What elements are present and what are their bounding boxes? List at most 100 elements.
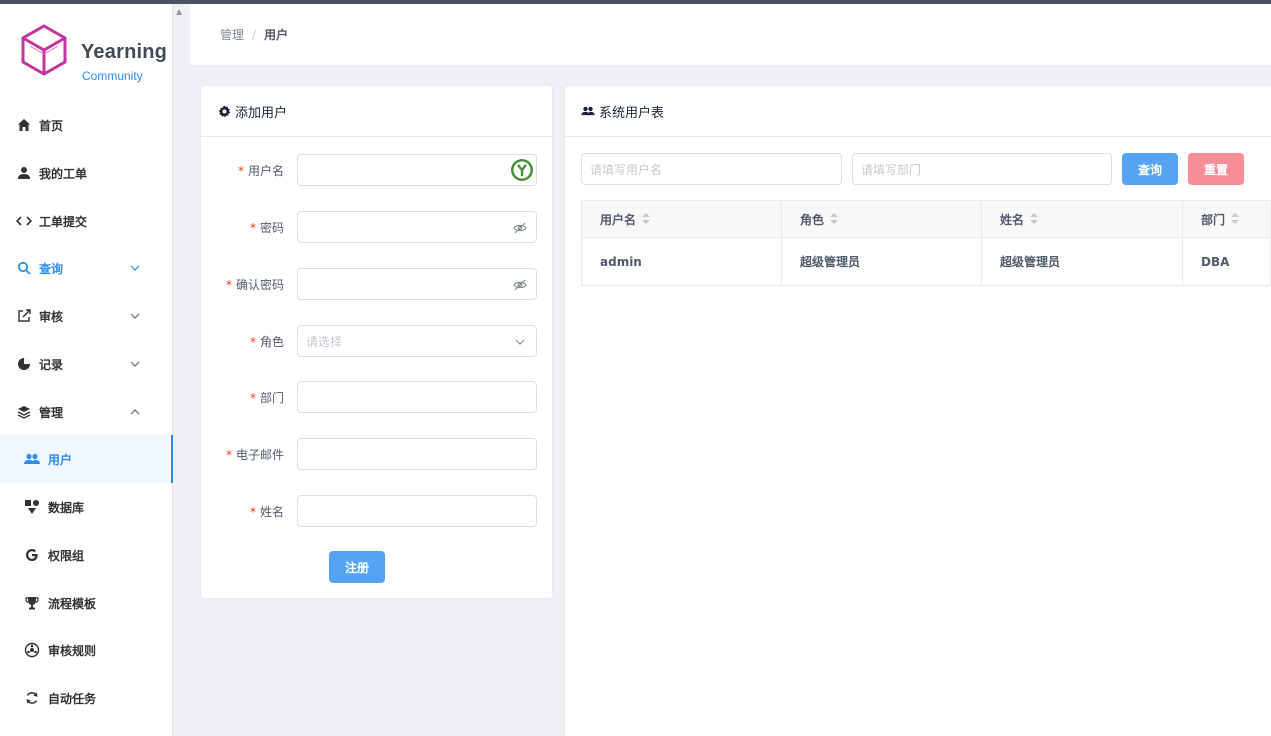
layers-icon [16, 404, 32, 420]
database-icon [24, 499, 40, 515]
sidebar-item-submit-order[interactable]: 工单提交 [0, 197, 172, 245]
user-table-title: 系统用户表 [599, 105, 665, 121]
breadcrumb: 管理 / 用户 [220, 26, 288, 43]
sidebar-item-label: 我的工单 [39, 166, 88, 181]
user-table-card-header: 系统用户表 [565, 86, 1271, 137]
form-row-confirm-password: * 确认密码 [201, 268, 552, 300]
breadcrumb-parent[interactable]: 管理 [220, 28, 244, 42]
sidebar-item-label: 管理 [39, 405, 64, 420]
form-row-role: * 角色 请选择 [201, 325, 552, 357]
register-button[interactable]: 注册 [329, 551, 385, 583]
person-icon [16, 165, 32, 181]
sidebar-subitem-audit-rules[interactable]: 审核规则 [0, 626, 172, 674]
sync-icon [24, 690, 40, 706]
sidebar-item-home[interactable]: 首页 [0, 101, 172, 149]
sidebar-item-my-orders[interactable]: 我的工单 [0, 149, 172, 197]
edit-icon [16, 308, 32, 324]
column-header-department[interactable]: 部门 [1182, 200, 1271, 238]
trophy-icon [24, 595, 40, 611]
sidebar-subitem-users[interactable]: 用户 [0, 435, 173, 483]
table-row[interactable]: admin 超级管理员 超级管理员 DBA [581, 237, 1271, 286]
form-row-password: * 密码 [201, 211, 552, 243]
password-manager-icon[interactable] [510, 158, 534, 182]
google-icon [24, 547, 40, 563]
username-input[interactable] [297, 154, 537, 186]
column-header-role[interactable]: 角色 [781, 200, 982, 238]
reset-button[interactable]: 重置 [1188, 153, 1244, 185]
scroll-up-icon[interactable]: ▲ [176, 7, 186, 16]
sidebar-subitem-permission-group[interactable]: 权限组 [0, 531, 172, 579]
search-department-input[interactable]: 请填写部门 [852, 153, 1112, 185]
confirm-password-input[interactable] [297, 268, 537, 300]
sidebar-item-label: 记录 [39, 357, 64, 372]
cell-role: 超级管理员 [781, 237, 982, 286]
people-icon [581, 104, 595, 118]
eye-off-icon[interactable] [512, 277, 528, 293]
table-header-row: 用户名 角色 姓名 部门 [581, 200, 1271, 238]
app-name: Yearning [81, 41, 168, 63]
cell-realname: 超级管理员 [981, 237, 1183, 286]
sidebar-item-query[interactable]: 查询 [0, 244, 172, 292]
cell-department: DBA [1182, 237, 1271, 286]
cell-username: admin [581, 237, 782, 286]
logo: Yearning Community [20, 24, 170, 88]
column-header-realname[interactable]: 姓名 [981, 200, 1183, 238]
search-username-input[interactable]: 请填写用户名 [581, 153, 842, 185]
people-icon [24, 451, 40, 467]
sidebar-item-label: 工单提交 [39, 214, 88, 229]
column-header-username[interactable]: 用户名 [581, 200, 782, 238]
yearning-logo-icon [21, 24, 67, 76]
sidebar-item-audit[interactable]: 审核 [0, 292, 172, 340]
chevron-down-icon [129, 262, 141, 274]
confirm-password-label: * 确认密码 [225, 278, 284, 292]
form-row-username: * 用户名 [201, 154, 552, 186]
user-table-body: 请填写用户名 请填写部门 查询 重置 用户名 角色 姓名 部门 admin 超级… [565, 137, 1271, 736]
sidebar-item-manage[interactable]: 管理 [0, 388, 172, 436]
sidebar-item-label: 数据库 [48, 500, 85, 515]
chevron-down-icon [129, 310, 141, 322]
sidebar-item-label: 用户 [48, 452, 73, 467]
password-input[interactable] [297, 211, 537, 243]
chevron-up-icon [129, 406, 141, 418]
query-button[interactable]: 查询 [1122, 153, 1178, 185]
add-user-card: 添加用户 * 用户名 * 密码 * 确认密码 * 角色 请选择 * 部门 * 电… [200, 85, 553, 599]
app-edition: Community [82, 69, 143, 83]
role-label: * 角色 [249, 335, 284, 349]
search-icon [16, 260, 32, 276]
sidebar-subitem-flow-template[interactable]: 流程模板 [0, 579, 172, 627]
home-icon [16, 117, 32, 133]
add-user-title: 添加用户 [235, 105, 288, 121]
sort-icon[interactable] [1231, 213, 1240, 227]
sidebar-item-label: 流程模板 [48, 596, 97, 611]
gear-icon [217, 104, 231, 118]
role-select[interactable]: 请选择 [297, 325, 537, 357]
realname-input[interactable] [297, 495, 537, 527]
eye-off-icon[interactable] [512, 220, 528, 236]
sidebar-item-label: 查询 [39, 261, 64, 276]
sort-icon[interactable] [642, 213, 651, 227]
sidebar-item-records[interactable]: 记录 [0, 340, 172, 388]
breadcrumb-current: 用户 [264, 28, 289, 42]
form-row-email: * 电子邮件 [201, 438, 552, 470]
department-input[interactable] [297, 381, 537, 413]
email-input[interactable] [297, 438, 537, 470]
header: 管理 / 用户 [190, 4, 1271, 65]
sidebar-item-label: 自动任务 [48, 691, 97, 706]
email-label: * 电子邮件 [225, 448, 284, 462]
code-icon [16, 213, 32, 229]
sort-icon[interactable] [830, 213, 839, 227]
sidebar-item-label: 审核规则 [48, 643, 97, 658]
sidebar-item-label: 审核 [39, 309, 64, 324]
form-row-realname: * 姓名 [201, 495, 552, 527]
username-label: * 用户名 [237, 164, 284, 178]
sidebar: Yearning Community 首页 我的工单 工单提交 查询 审核 记录… [0, 4, 173, 736]
sidebar-subitem-database[interactable]: 数据库 [0, 483, 172, 531]
sort-icon[interactable] [1030, 213, 1039, 227]
add-user-card-header: 添加用户 [201, 86, 552, 137]
chevron-down-icon [512, 334, 528, 350]
realname-label: * 姓名 [249, 505, 284, 519]
sidebar-subitem-auto-task[interactable]: 自动任务 [0, 674, 172, 722]
rules-icon [24, 642, 40, 658]
user-table-card: 系统用户表 请填写用户名 请填写部门 查询 重置 用户名 角色 姓名 部门 ad… [564, 85, 1271, 736]
password-label: * 密码 [249, 221, 284, 235]
